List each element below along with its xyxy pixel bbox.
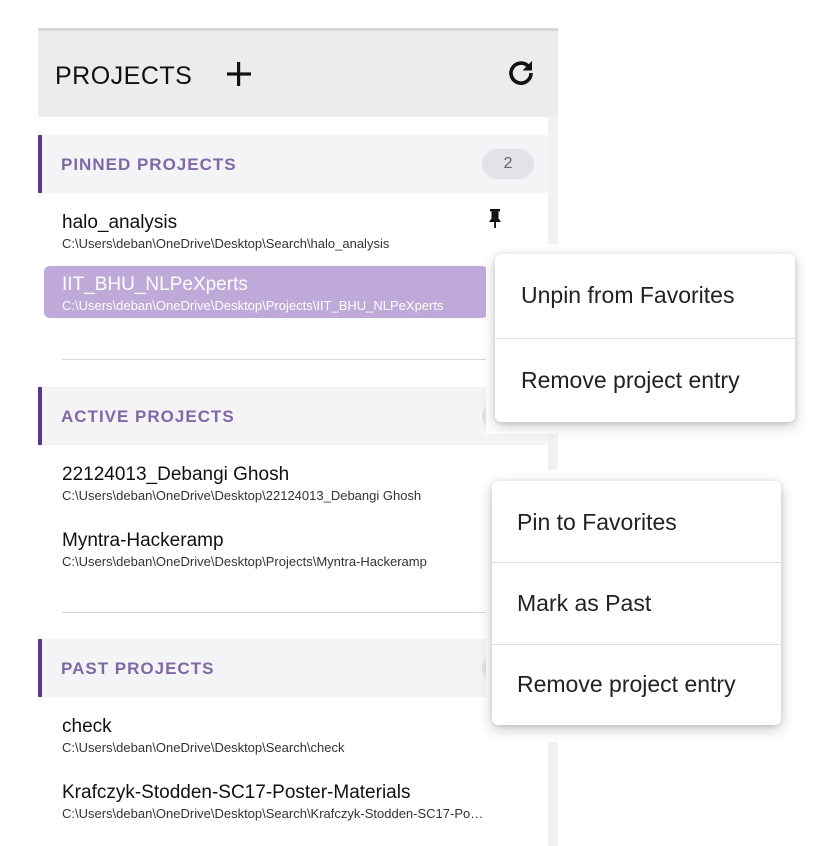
section-title-active: ACTIVE PROJECTS [61,407,235,426]
project-path: C:\Users\deban\OneDrive\Desktop\22124013… [62,488,422,503]
add-project-button[interactable] [224,59,254,89]
project-item-iit-bhu-nlpexperts[interactable]: IIT_BHU_NLPeXperts C:\Users\deban\OneDri… [44,266,488,318]
project-path: C:\Users\deban\OneDrive\Desktop\Projects… [62,554,427,569]
project-name: 22124013_Debangi Ghosh [62,464,290,485]
project-name: IIT_BHU_NLPeXperts [62,274,248,295]
projects-panel: PROJECTS PINNED PROJECTS 2 halo_analysis… [38,28,558,846]
section-count-badge: 2 [482,149,534,179]
project-item-krafczyk-stodden[interactable]: Krafczyk-Stodden-SC17-Poster-Materials C… [44,774,488,826]
context-menu-active: Pin to Favorites Mark as Past Remove pro… [492,481,781,725]
divider [62,359,488,360]
project-name: Krafczyk-Stodden-SC17-Poster-Materials [62,782,411,803]
section-title-pinned: PINNED PROJECTS [61,155,237,174]
project-path: C:\Users\deban\OneDrive\Desktop\Search\h… [62,236,390,251]
project-item-myntra-hackeramp[interactable]: Myntra-Hackeramp C:\Users\deban\OneDrive… [44,522,488,574]
project-item-check[interactable]: check C:\Users\deban\OneDrive\Desktop\Se… [44,708,488,760]
section-header-active[interactable]: ACTIVE PROJECTS [38,387,548,445]
panel-title: PROJECTS [55,62,193,90]
project-name: Myntra-Hackeramp [62,530,224,551]
menu-item-unpin-from-favorites[interactable]: Unpin from Favorites [495,254,795,336]
project-name: halo_analysis [62,212,178,233]
refresh-button[interactable] [506,58,536,88]
menu-item-remove-project-entry[interactable]: Remove project entry [492,643,781,725]
divider [62,612,488,613]
project-item-debangi-ghosh[interactable]: 22124013_Debangi Ghosh C:\Users\deban\On… [44,456,488,508]
plus-icon [227,62,251,86]
project-name: check [62,716,112,737]
section-header-pinned[interactable]: PINNED PROJECTS 2 [38,135,548,193]
section-header-past[interactable]: PAST PROJECTS [38,639,548,697]
project-path: C:\Users\deban\OneDrive\Desktop\Search\K… [62,806,484,821]
project-item-halo-analysis[interactable]: halo_analysis C:\Users\deban\OneDrive\De… [44,204,488,256]
section-title-past: PAST PROJECTS [61,659,215,678]
panel-header: PROJECTS [38,31,558,117]
menu-item-remove-project-entry[interactable]: Remove project entry [495,339,795,421]
project-path: C:\Users\deban\OneDrive\Desktop\Projects… [62,298,444,313]
menu-item-mark-as-past[interactable]: Mark as Past [492,562,781,644]
refresh-icon [509,61,533,85]
project-path: C:\Users\deban\OneDrive\Desktop\Search\c… [62,740,345,755]
context-menu-pinned: Unpin from Favorites Remove project entr… [495,254,795,422]
menu-item-pin-to-favorites[interactable]: Pin to Favorites [492,481,781,563]
pin-icon[interactable] [488,208,502,230]
